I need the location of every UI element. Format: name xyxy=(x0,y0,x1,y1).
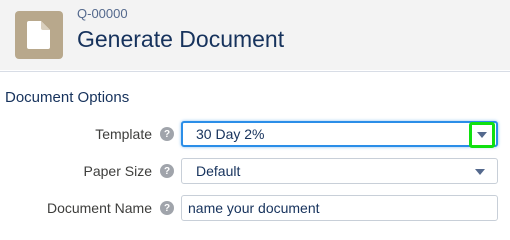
help-icon[interactable]: ? xyxy=(160,164,174,178)
document-name-input[interactable] xyxy=(181,195,498,221)
paper-size-value: Default xyxy=(196,163,241,179)
paper-size-select[interactable]: Default xyxy=(181,158,498,184)
document-name-label: Document Name xyxy=(46,200,152,216)
template-value: 30 Day 2% xyxy=(196,126,265,142)
template-row: Template ? 30 Day 2% xyxy=(0,119,510,149)
header-divider xyxy=(0,71,510,72)
chevron-down-icon xyxy=(475,169,485,175)
section-title: Document Options xyxy=(5,89,130,106)
help-icon[interactable]: ? xyxy=(160,201,174,215)
record-header: Q-00000 Generate Document xyxy=(0,0,510,70)
record-id: Q-00000 xyxy=(77,6,128,21)
help-icon[interactable]: ? xyxy=(160,127,174,141)
document-name-row: Document Name ? xyxy=(0,193,510,223)
paper-size-row: Paper Size ? Default xyxy=(0,156,510,186)
page-title: Generate Document xyxy=(77,26,285,52)
document-icon xyxy=(15,11,63,59)
template-label: Template xyxy=(95,126,152,142)
template-dropdown-button[interactable] xyxy=(469,122,495,148)
template-select[interactable]: 30 Day 2% xyxy=(181,121,498,148)
paper-size-label: Paper Size xyxy=(83,163,152,179)
chevron-down-icon xyxy=(477,131,487,138)
